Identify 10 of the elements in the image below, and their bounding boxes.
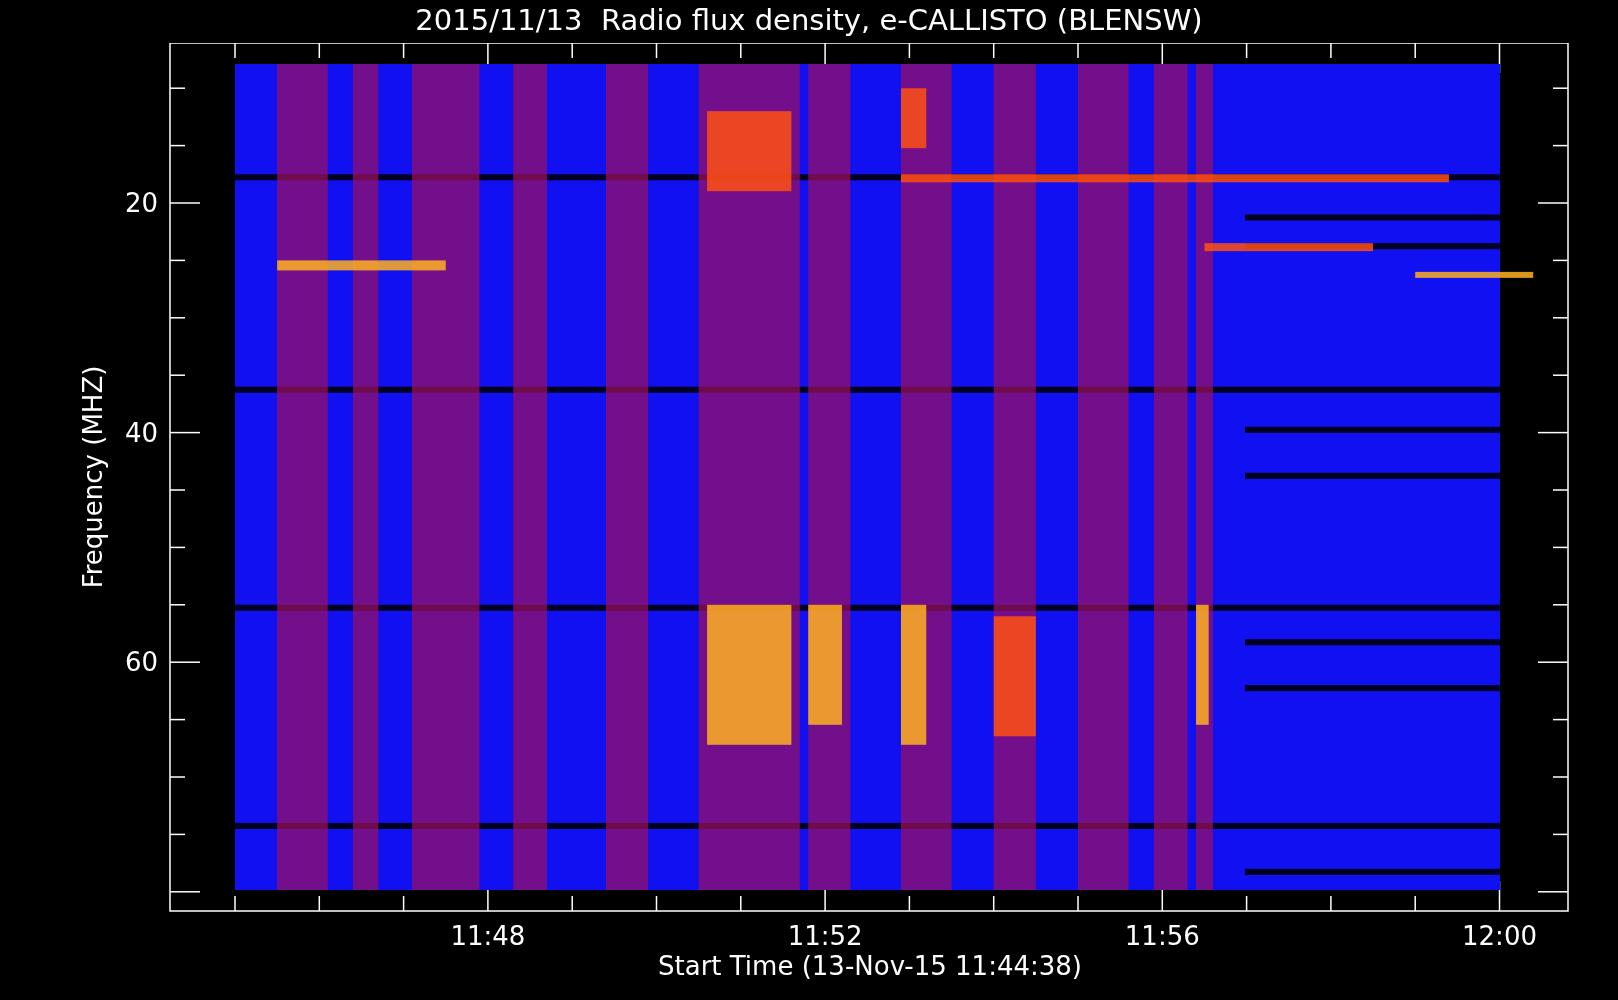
- y-tick-label: 60: [124, 647, 158, 678]
- y-tick-label: 20: [124, 188, 158, 218]
- x-tick-label: 11:52: [787, 921, 863, 951]
- chart-title: 2015/11/13 Radio flux density, e-CALLISTO (BLENSW): [415, 2, 1203, 39]
- y-tick-label: 40: [124, 417, 158, 448]
- x-tick-label: 11:56: [1124, 921, 1200, 951]
- x-axis-label: Start Time (13-Nov-15 11:44:38): [658, 951, 1082, 981]
- x-tick-label: 12:00: [1462, 921, 1537, 951]
- y-axis-label: Frequency (MHZ): [78, 365, 108, 589]
- x-tick-label: 11:48: [450, 921, 526, 951]
